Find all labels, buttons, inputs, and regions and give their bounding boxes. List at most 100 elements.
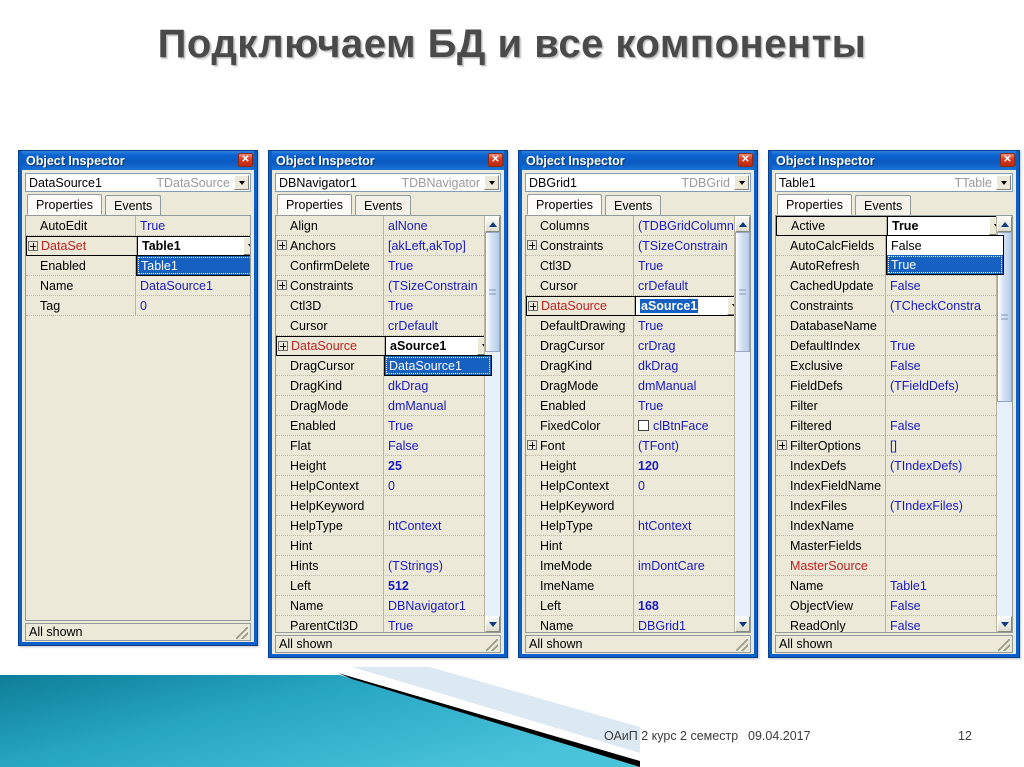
- tab-properties[interactable]: Properties: [277, 194, 352, 215]
- property-row[interactable]: Align alNone: [276, 216, 494, 236]
- property-row[interactable]: DragCursor crDrag: [526, 336, 744, 356]
- resize-grip-icon[interactable]: [236, 627, 248, 639]
- scroll-up-button[interactable]: [485, 216, 500, 232]
- value-dropdown-list[interactable]: DataSource1: [384, 355, 492, 376]
- property-row[interactable]: DataSource aSource1: [526, 296, 744, 316]
- property-row[interactable]: Ctl3D True: [276, 296, 494, 316]
- window-title-bar[interactable]: Object Inspector ✕: [22, 151, 254, 170]
- expand-plus-icon[interactable]: [277, 240, 287, 250]
- property-row[interactable]: HelpType htContext: [526, 516, 744, 536]
- property-row[interactable]: FilterOptions []: [776, 436, 1006, 456]
- property-row[interactable]: Active True: [776, 216, 1006, 236]
- object-selector-combo[interactable]: DataSource1 TDataSource: [25, 173, 251, 192]
- expand-plus-icon[interactable]: [278, 341, 288, 351]
- value-dropdown-list[interactable]: False True: [886, 235, 1004, 275]
- property-row[interactable]: ConfirmDelete True: [276, 256, 494, 276]
- expand-plus-icon[interactable]: [528, 301, 538, 311]
- tab-properties[interactable]: Properties: [777, 194, 852, 215]
- resize-grip-icon[interactable]: [736, 639, 748, 651]
- property-row[interactable]: Filter: [776, 396, 1006, 416]
- property-row[interactable]: HelpType htContext: [276, 516, 494, 536]
- scrollbar-track[interactable]: [485, 232, 500, 616]
- expand-plus-icon[interactable]: [277, 280, 287, 290]
- property-row[interactable]: Cursor crDefault: [276, 316, 494, 336]
- property-row[interactable]: DragKind dkDrag: [526, 356, 744, 376]
- expand-plus-icon[interactable]: [777, 440, 787, 450]
- property-row[interactable]: DataSet Table1: [26, 236, 250, 256]
- property-row[interactable]: Enabled True: [526, 396, 744, 416]
- property-row[interactable]: Height 25: [276, 456, 494, 476]
- property-row[interactable]: IndexFiles (TIndexFiles): [776, 496, 1006, 516]
- property-row[interactable]: FieldDefs (TFieldDefs): [776, 376, 1006, 396]
- property-row[interactable]: DefaultIndex True: [776, 336, 1006, 356]
- property-row[interactable]: Tag 0: [26, 296, 250, 316]
- property-row[interactable]: Enabled True: [276, 416, 494, 436]
- property-value-editor[interactable]: Table1: [137, 237, 250, 255]
- property-row[interactable]: Font (TFont): [526, 436, 744, 456]
- property-row[interactable]: AutoEdit True: [26, 216, 250, 236]
- property-row[interactable]: ImeName: [526, 576, 744, 596]
- property-row[interactable]: IndexDefs (TIndexDefs): [776, 456, 1006, 476]
- object-selector-combo[interactable]: DBGrid1 TDBGrid: [525, 173, 751, 192]
- close-icon[interactable]: ✕: [1000, 153, 1015, 167]
- scrollbar-thumb[interactable]: [735, 232, 750, 352]
- tab-events[interactable]: Events: [605, 195, 662, 215]
- property-row[interactable]: DragMode dmManual: [276, 396, 494, 416]
- property-row[interactable]: Columns (TDBGridColumn: [526, 216, 744, 236]
- vertical-scrollbar[interactable]: [996, 216, 1012, 632]
- scroll-down-button[interactable]: [485, 616, 500, 632]
- resize-grip-icon[interactable]: [998, 639, 1010, 651]
- dropdown-option[interactable]: True: [887, 255, 1003, 274]
- property-row[interactable]: Constraints (TCheckConstra: [776, 296, 1006, 316]
- property-row[interactable]: Constraints (TSizeConstrain: [276, 276, 494, 296]
- chevron-down-icon[interactable]: [734, 175, 749, 190]
- property-row[interactable]: ImeMode imDontCare: [526, 556, 744, 576]
- close-icon[interactable]: ✕: [738, 153, 753, 167]
- window-title-bar[interactable]: Object Inspector ✕: [272, 151, 504, 170]
- value-dropdown-button[interactable]: [243, 237, 250, 255]
- property-row[interactable]: Exclusive False: [776, 356, 1006, 376]
- tab-events[interactable]: Events: [855, 195, 912, 215]
- close-icon[interactable]: ✕: [238, 153, 253, 167]
- property-row[interactable]: Name DBNavigator1: [276, 596, 494, 616]
- property-row[interactable]: Hint: [526, 536, 744, 556]
- property-row[interactable]: Hint: [276, 536, 494, 556]
- scrollbar-thumb[interactable]: [485, 232, 500, 352]
- object-selector-combo[interactable]: DBNavigator1 TDBNavigator: [275, 173, 501, 192]
- expand-plus-icon[interactable]: [527, 440, 537, 450]
- scroll-down-button[interactable]: [735, 616, 750, 632]
- dropdown-option[interactable]: False: [887, 236, 1003, 255]
- property-row[interactable]: Left 512: [276, 576, 494, 596]
- dropdown-option[interactable]: DataSource1: [385, 356, 491, 375]
- property-row[interactable]: FixedColor clBtnFace: [526, 416, 744, 436]
- window-title-bar[interactable]: Object Inspector ✕: [772, 151, 1016, 170]
- property-row[interactable]: Name DBGrid1: [526, 616, 744, 632]
- scrollbar-track[interactable]: [735, 232, 750, 616]
- expand-plus-icon[interactable]: [28, 241, 38, 251]
- property-row[interactable]: DatabaseName: [776, 316, 1006, 336]
- property-row[interactable]: Anchors [akLeft,akTop]: [276, 236, 494, 256]
- tab-properties[interactable]: Properties: [27, 194, 102, 215]
- scroll-up-button[interactable]: [997, 216, 1012, 232]
- scrollbar-track[interactable]: [997, 232, 1012, 616]
- property-row[interactable]: DefaultDrawing True: [526, 316, 744, 336]
- property-row[interactable]: Cursor crDefault: [526, 276, 744, 296]
- property-row[interactable]: ReadOnly False: [776, 616, 1006, 632]
- property-row[interactable]: MasterFields: [776, 536, 1006, 556]
- property-row[interactable]: Left 168: [526, 596, 744, 616]
- chevron-down-icon[interactable]: [996, 175, 1011, 190]
- chevron-down-icon[interactable]: [484, 175, 499, 190]
- property-row[interactable]: HelpContext 0: [276, 476, 494, 496]
- dropdown-option[interactable]: Table1: [137, 256, 250, 275]
- resize-grip-icon[interactable]: [486, 639, 498, 651]
- property-row[interactable]: IndexFieldName: [776, 476, 1006, 496]
- vertical-scrollbar[interactable]: [484, 216, 500, 632]
- tab-events[interactable]: Events: [105, 195, 162, 215]
- close-icon[interactable]: ✕: [488, 153, 503, 167]
- property-row[interactable]: Height 120: [526, 456, 744, 476]
- object-selector-combo[interactable]: Table1 TTable: [775, 173, 1013, 192]
- scroll-up-button[interactable]: [735, 216, 750, 232]
- property-value-editor[interactable]: True: [887, 217, 1005, 235]
- property-row[interactable]: Flat False: [276, 436, 494, 456]
- property-row[interactable]: HelpKeyword: [276, 496, 494, 516]
